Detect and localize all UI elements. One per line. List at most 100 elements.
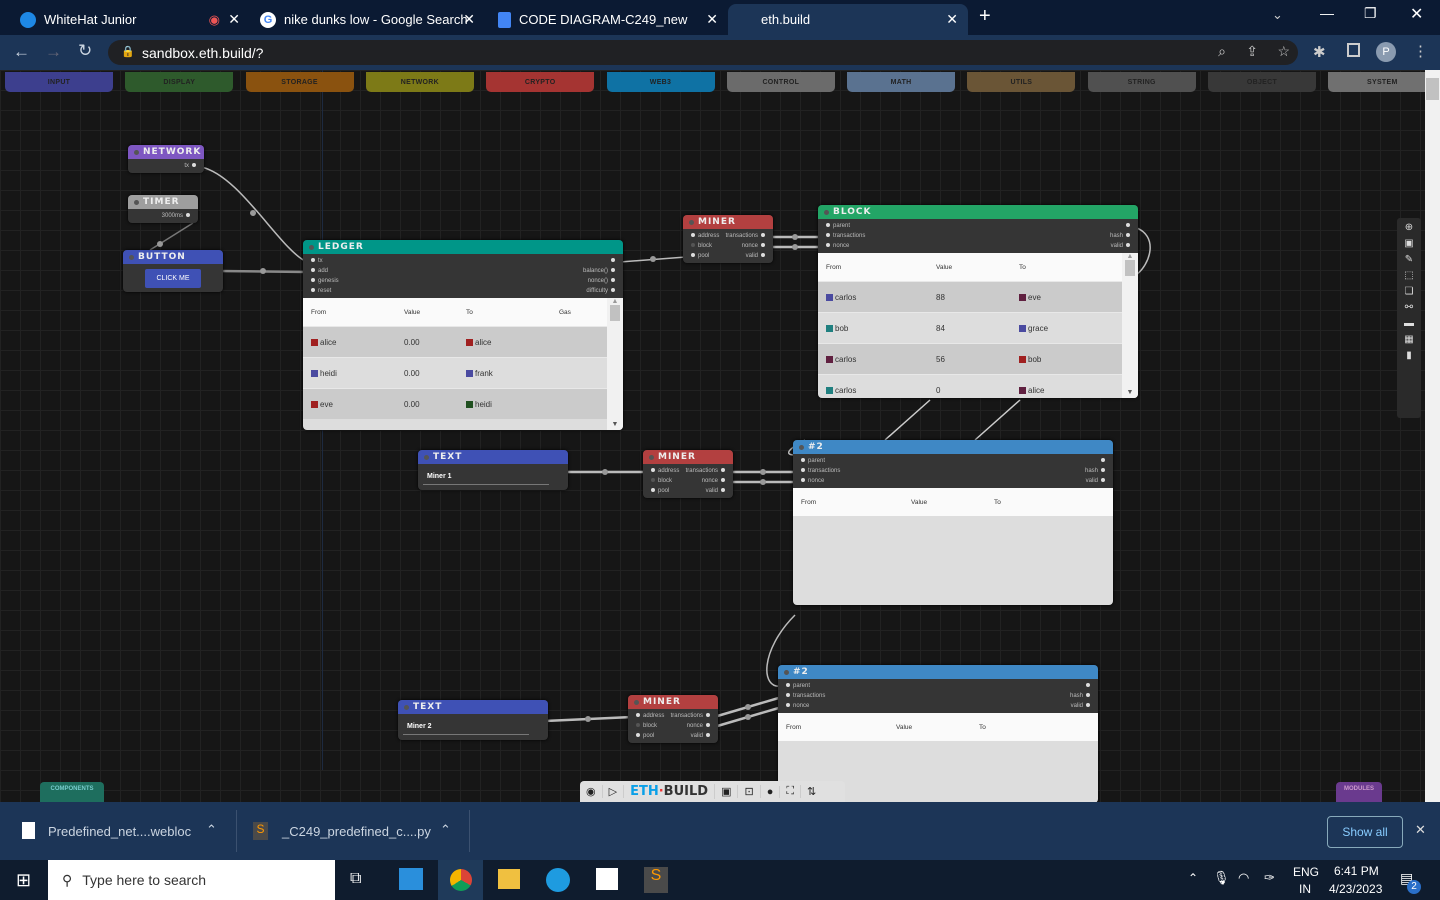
store-icon[interactable]	[596, 868, 618, 890]
url-input[interactable]: 🔒 sandbox.eth.build/? ⌕ ⇪ ☆	[108, 40, 1298, 65]
node-button[interactable]: BUTTON CLICK ME	[123, 250, 223, 292]
node-miner3[interactable]: MINER address transactions block nonce pool va…	[628, 695, 718, 743]
node-header[interactable]: TEXT	[418, 450, 568, 464]
input-port[interactable]: block	[633, 723, 657, 729]
port-dot-icon[interactable]	[192, 163, 196, 168]
input-port[interactable]: reset	[308, 288, 331, 294]
port-dot-icon[interactable]	[186, 213, 190, 218]
input-port[interactable]: pool	[633, 733, 654, 739]
collapse-dot-icon[interactable]	[404, 704, 409, 710]
input-port[interactable]: add	[308, 268, 328, 274]
sort-icon[interactable]: ⇅	[801, 785, 822, 798]
output-port[interactable]: hash	[1070, 693, 1093, 699]
input-port[interactable]: nonce	[783, 703, 809, 709]
input-port[interactable]: transactions	[823, 233, 865, 239]
node-header[interactable]: MINER	[683, 215, 773, 229]
port-dot-icon[interactable]	[826, 243, 830, 248]
close-icon[interactable]: ✕	[1415, 822, 1426, 838]
qr-icon[interactable]: ⛶	[780, 785, 802, 798]
output-port[interactable]: difficulty	[586, 288, 618, 294]
port-dot-icon[interactable]	[786, 703, 790, 708]
output-port[interactable]: balance()	[583, 268, 618, 274]
output-port[interactable]: hash	[1085, 468, 1108, 474]
port-dot-icon[interactable]	[651, 468, 655, 473]
share-icon[interactable]: ⇪	[1246, 43, 1258, 60]
download-item[interactable]: Predefined_net....webloc	[48, 824, 191, 839]
minimize-button[interactable]: —	[1320, 5, 1334, 21]
select-icon[interactable]: ⬚	[1404, 270, 1413, 281]
output-port[interactable]: nonce	[687, 723, 713, 729]
output-port[interactable]: nonce()	[588, 278, 618, 284]
clock-date[interactable]: 4/23/2023	[1329, 882, 1382, 896]
chevron-up-icon[interactable]: ⌃	[440, 822, 451, 838]
close-window-button[interactable]: ✕	[1410, 4, 1423, 24]
collapse-dot-icon[interactable]	[424, 454, 429, 460]
input-port[interactable]: address	[633, 713, 664, 719]
save-icon[interactable]: ▣	[715, 785, 739, 798]
input-port[interactable]: transactions	[798, 468, 840, 474]
table-row[interactable]: bob 84 grace	[818, 312, 1138, 343]
port-dot-icon[interactable]	[761, 243, 765, 248]
output-port[interactable]: 3000ms	[162, 213, 193, 219]
ethbuild-logo[interactable]: ETH·BUILD	[624, 784, 716, 799]
output-port[interactable]: valid	[691, 733, 713, 739]
back-icon[interactable]: ←	[13, 42, 30, 62]
table-row[interactable]: carlos 0 alice	[818, 374, 1138, 398]
table-scrollbar[interactable]: ▲ ▼	[1122, 253, 1138, 398]
show-all-button[interactable]: Show all	[1327, 816, 1403, 848]
eye-icon[interactable]: ◉	[580, 785, 603, 798]
node-ledger[interactable]: LEDGER tx add balance() genesis nonce() reset d…	[303, 240, 623, 430]
trash-icon[interactable]: ▮	[1406, 350, 1412, 361]
table-row[interactable]: alice 0.00 alice	[303, 326, 623, 357]
port-dot-icon[interactable]	[311, 288, 315, 293]
table-row[interactable]: carlos 88 eve	[818, 281, 1138, 312]
collapse-dot-icon[interactable]	[784, 669, 789, 675]
tab-google[interactable]: Gnike dunks low - Google Search ✕	[250, 4, 485, 35]
node-block[interactable]: BLOCK parent transactions hash nonce valid Fro…	[818, 205, 1138, 398]
port-dot-icon[interactable]	[706, 723, 710, 728]
collapse-dot-icon[interactable]	[689, 219, 694, 225]
port-dot-icon[interactable]	[636, 713, 640, 718]
taskbar-search[interactable]: ⚲ Type here to search	[48, 860, 335, 900]
port-dot-icon[interactable]	[706, 733, 710, 738]
input-port[interactable]: nonce	[798, 478, 824, 484]
tab-ethbuild[interactable]: eth.build ✕	[728, 4, 968, 35]
tab-search-button[interactable]: ⌄	[1272, 7, 1283, 23]
port-dot-icon[interactable]	[801, 478, 805, 483]
port-dot-icon[interactable]	[1086, 703, 1090, 708]
port-dot-icon[interactable]	[721, 488, 725, 493]
output-port[interactable]	[608, 258, 618, 264]
port-dot-icon[interactable]	[1101, 468, 1105, 473]
modules-tab[interactable]: MODULES	[1336, 782, 1382, 802]
output-port[interactable]: nonce	[702, 478, 728, 484]
port-dot-icon[interactable]	[1086, 683, 1090, 688]
output-port[interactable]: valid	[1086, 478, 1108, 484]
input-port[interactable]: nonce	[823, 243, 849, 249]
restore-button[interactable]: ❐	[1364, 5, 1377, 22]
port-dot-icon[interactable]	[311, 268, 315, 273]
output-port[interactable]: valid	[706, 488, 728, 494]
port-dot-icon[interactable]	[611, 288, 615, 293]
download-item[interactable]: _C249_predefined_c....py	[282, 824, 431, 839]
tab-docs[interactable]: CODE DIAGRAM-C249_new ✕	[488, 4, 728, 35]
input-port[interactable]: tx	[308, 258, 323, 264]
pencil-icon[interactable]: ✎	[1405, 254, 1413, 265]
tray-chevron-icon[interactable]: ⌃	[1188, 871, 1198, 885]
table-row[interactable]: heidi 0.00 frank	[303, 357, 623, 388]
close-icon[interactable]: ✕	[946, 11, 958, 28]
port-dot-icon[interactable]	[691, 233, 695, 238]
node-header[interactable]: TIMER	[128, 195, 198, 209]
node-header[interactable]: LEDGER	[303, 240, 623, 254]
port-dot-icon[interactable]	[826, 233, 830, 238]
node-text2[interactable]: TEXT Miner 2	[398, 700, 548, 740]
port-dot-icon[interactable]	[636, 733, 640, 738]
port-dot-icon[interactable]	[801, 468, 805, 473]
collapse-dot-icon[interactable]	[649, 454, 654, 460]
task-view-icon[interactable]: ⧉	[350, 870, 361, 888]
output-port[interactable]: transactions	[686, 468, 728, 474]
node-miner2[interactable]: MINER address transactions block nonce pool va…	[643, 450, 733, 498]
add-icon[interactable]: ⊕	[1405, 222, 1413, 233]
new-tab-button[interactable]: +	[979, 5, 991, 28]
mic-icon[interactable]: 🎙	[1213, 870, 1230, 886]
link-icon[interactable]: ⚯	[1405, 302, 1413, 313]
